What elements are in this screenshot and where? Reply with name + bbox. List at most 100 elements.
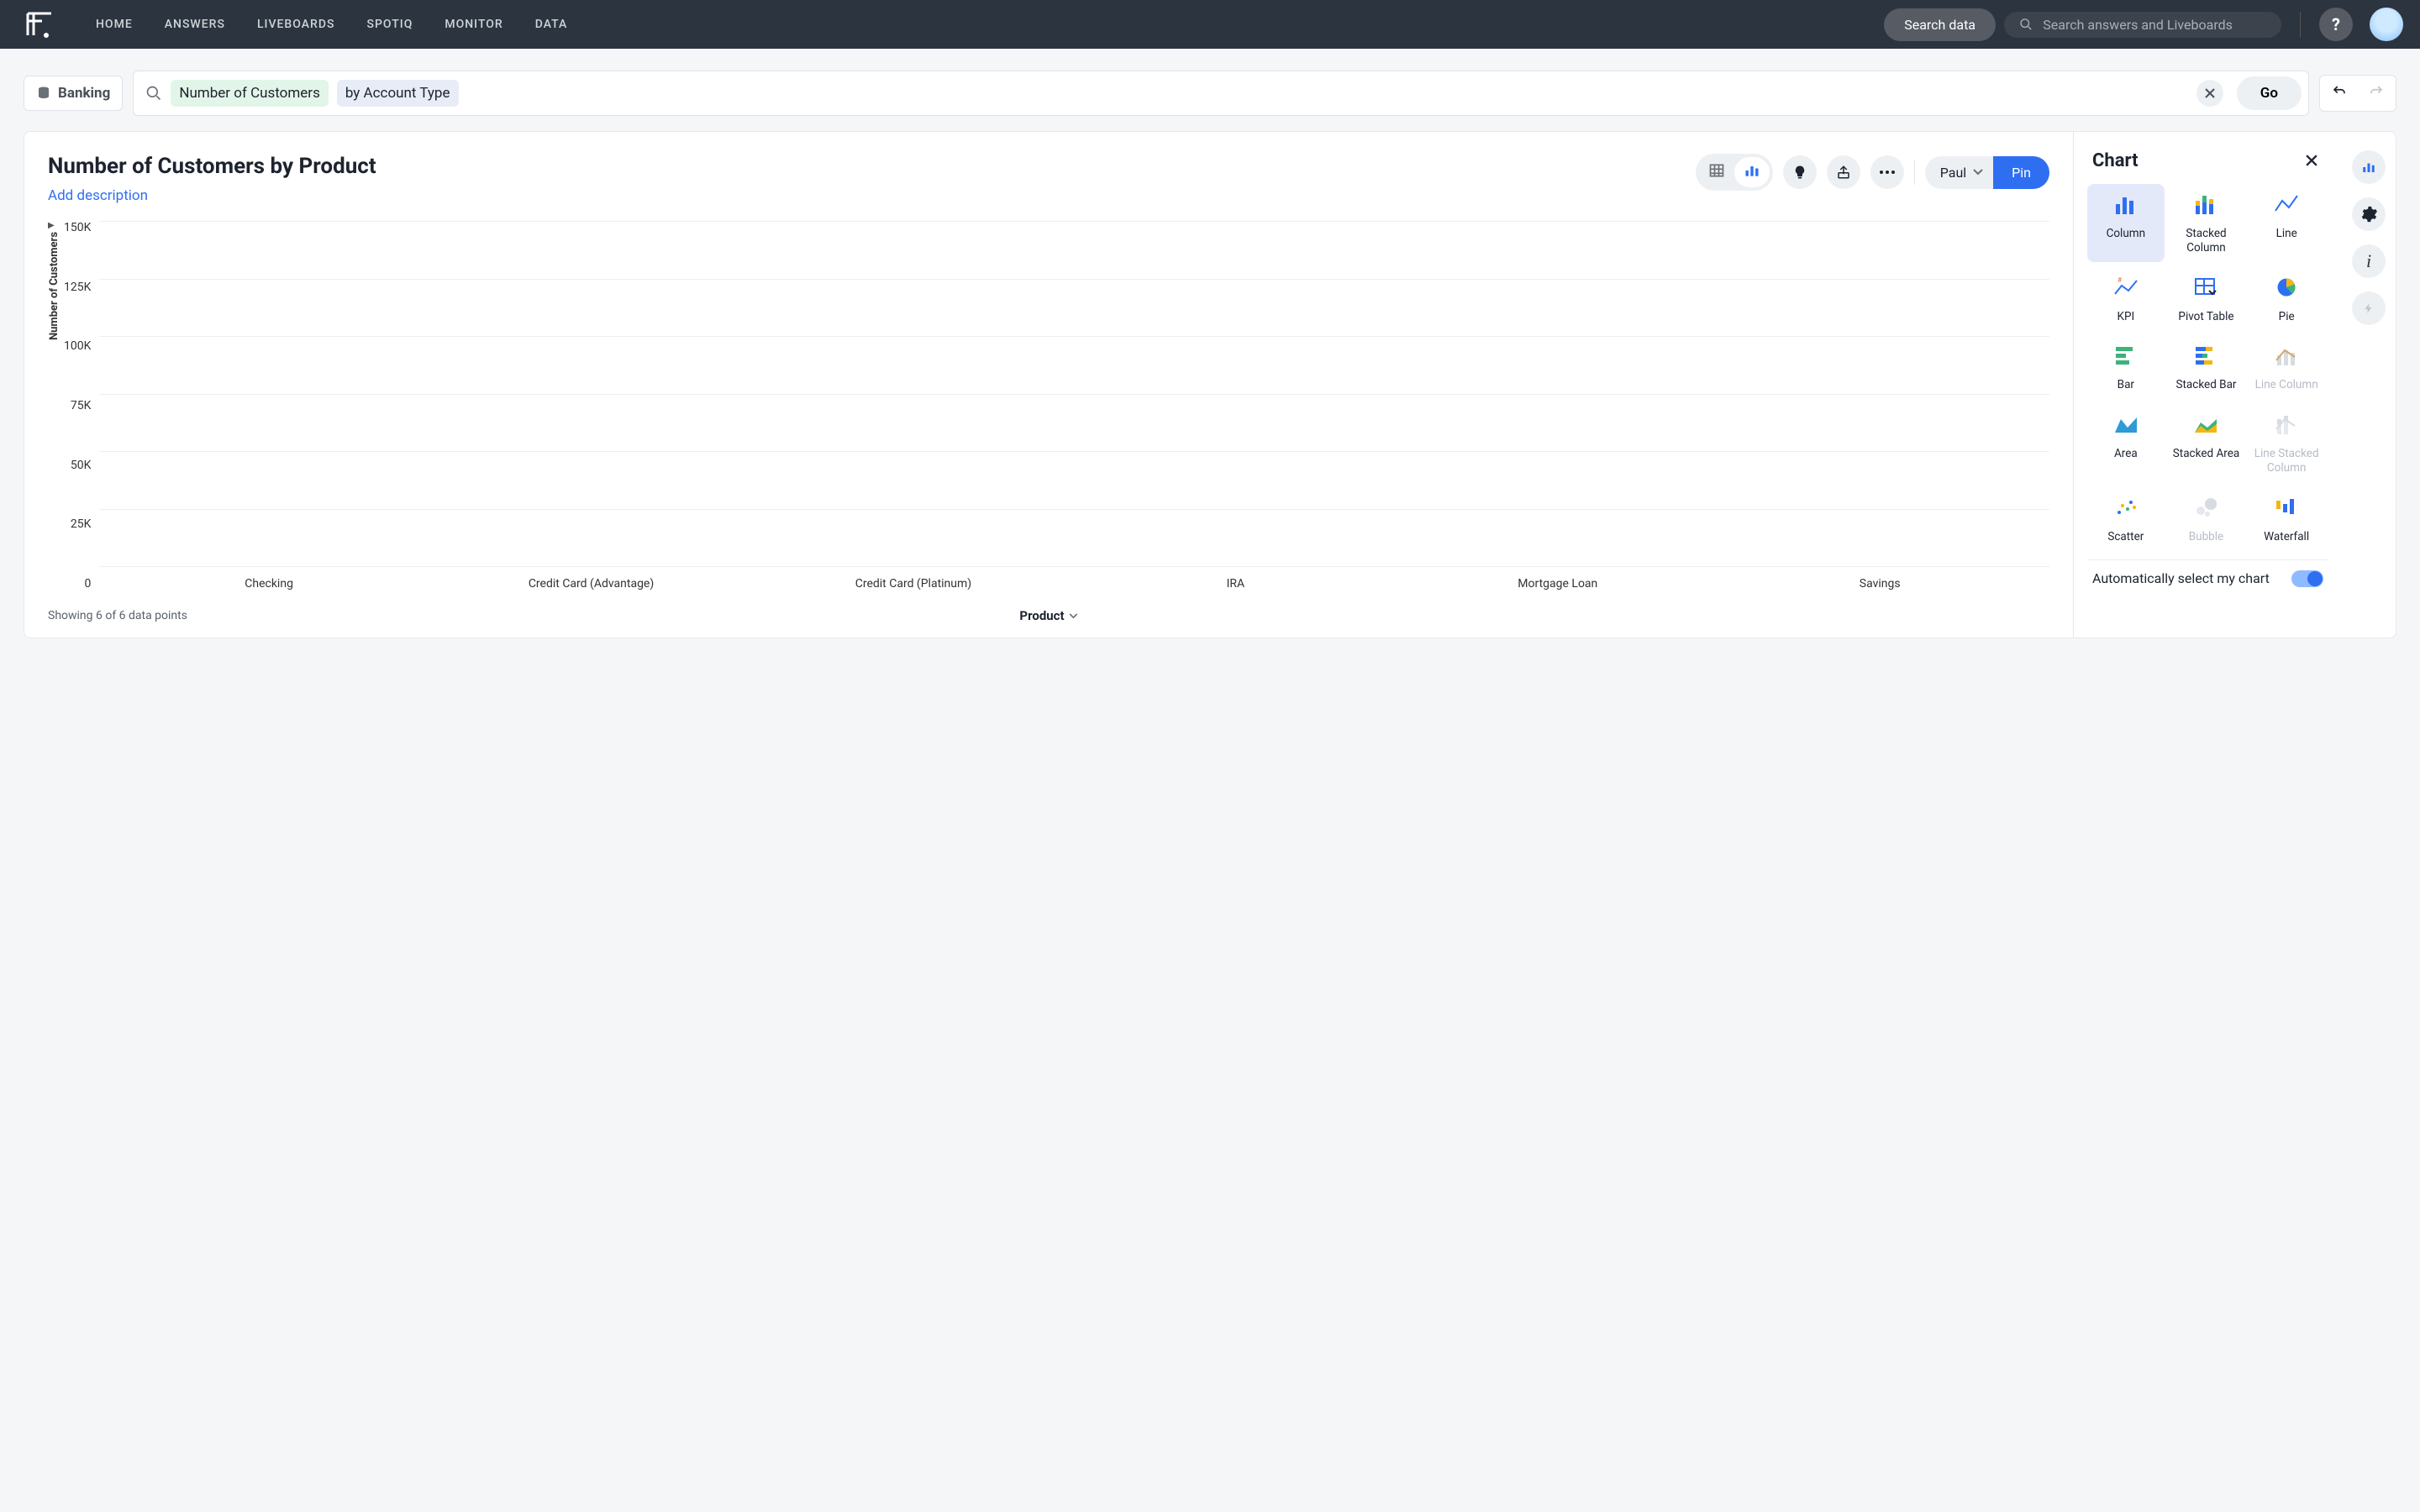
x-label: Savings <box>1744 577 2015 591</box>
x-label: Checking <box>134 577 404 591</box>
query-bar[interactable]: Number of Customers by Account Type Go <box>133 71 2309 116</box>
chart-type-label: Waterfall <box>2264 530 2309 544</box>
panel-title: Chart <box>2092 150 2139 171</box>
table-icon <box>1707 162 1726 179</box>
chart-type-label: Stacked Bar <box>2175 378 2236 392</box>
user-pin-pill: Paul Pin <box>1925 156 2049 189</box>
avatar[interactable] <box>2370 8 2403 41</box>
pie-icon <box>2275 276 2298 303</box>
undo-icon <box>2330 84 2349 99</box>
search-data-button[interactable]: Search data <box>1884 8 1996 41</box>
undo-button[interactable] <box>2330 84 2349 102</box>
query-chip-measure[interactable]: Number of Customers <box>171 80 329 107</box>
line-stacked-icon <box>2273 412 2300 440</box>
nav-spotiq[interactable]: SPOTIQ <box>366 18 413 31</box>
y-tick: 125K <box>64 281 91 294</box>
svg-text:#: # <box>2118 276 2122 284</box>
chart-type-line-stacked: Line Stacked Column <box>2248 404 2325 482</box>
go-button[interactable]: Go <box>2237 76 2302 110</box>
table-view-button[interactable] <box>1699 157 1734 187</box>
chart-type-label: Line Column <box>2255 378 2318 392</box>
chart-type-stacked-area[interactable]: Stacked Area <box>2168 404 2245 482</box>
close-panel-button[interactable] <box>2300 149 2323 172</box>
chart-type-grid: Column Stacked ColumnLine #KPI Pivot Table P… <box>2087 184 2328 551</box>
clear-query-button[interactable] <box>2196 80 2223 107</box>
nav-divider <box>2300 12 2301 37</box>
search-icon <box>145 85 162 102</box>
share-icon <box>1836 164 1851 181</box>
chart-type-label: Bubble <box>2189 530 2223 544</box>
close-icon <box>2205 88 2215 98</box>
more-icon <box>1879 170 1896 175</box>
y-tick: 0 <box>85 577 92 591</box>
x-label: IRA <box>1100 577 1370 591</box>
query-chip-attribute[interactable]: by Account Type <box>337 80 459 107</box>
search-answers-input[interactable] <box>2043 17 2266 33</box>
user-dropdown[interactable]: Paul <box>1925 156 1993 189</box>
gear-icon <box>2360 205 2378 223</box>
rail-settings-button[interactable] <box>2352 197 2386 231</box>
y-tick: 25K <box>71 517 92 531</box>
query-row: Banking Number of Customers by Account T… <box>0 49 2420 131</box>
chart-type-label: Stacked Area <box>2173 447 2239 461</box>
chart-type-stacked-hbar[interactable]: Stacked Bar <box>2168 335 2245 399</box>
share-button[interactable] <box>1827 155 1860 189</box>
auto-select-toggle[interactable] <box>2291 570 2323 587</box>
search-answers[interactable] <box>2004 12 2281 38</box>
separator <box>1914 160 1915 185</box>
help-button[interactable]: ? <box>2319 8 2353 41</box>
more-actions-button[interactable] <box>1870 155 1904 189</box>
y-tick: 50K <box>71 459 92 472</box>
y-tick: 75K <box>71 399 92 412</box>
chart-canvas: Number of Customers by Product Add descr… <box>24 132 2073 638</box>
rail-info-button[interactable]: i <box>2352 244 2386 278</box>
chart-type-pivot[interactable]: Pivot Table <box>2168 267 2245 331</box>
undo-redo-group <box>2319 75 2396 112</box>
x-axis-label-dropdown[interactable]: Product <box>1019 608 1077 623</box>
kpi-icon: # <box>2112 276 2139 303</box>
nav-home[interactable]: HOME <box>96 18 133 31</box>
x-label: Credit Card (Platinum) <box>778 577 1049 591</box>
nav-data[interactable]: DATA <box>535 18 568 31</box>
y-tick: 150K <box>64 221 91 234</box>
view-mode-segment <box>1696 154 1773 191</box>
chart-type-label: Line Stacked Column <box>2251 447 2322 475</box>
x-label: Credit Card (Advantage) <box>455 577 726 591</box>
chart-type-label: Bar <box>2118 378 2134 392</box>
redo-button[interactable] <box>2367 84 2386 102</box>
spotiq-button[interactable] <box>1783 155 1817 189</box>
chart-type-label: Scatter <box>2107 530 2144 544</box>
add-description-link[interactable]: Add description <box>48 187 148 204</box>
data-point-count: Showing 6 of 6 data points <box>48 609 187 622</box>
rail-chart-button[interactable] <box>2352 150 2386 184</box>
chart-type-hbar[interactable]: Bar <box>2087 335 2165 399</box>
lightning-icon <box>2363 299 2375 318</box>
logo[interactable] <box>25 9 54 39</box>
area-icon <box>2112 412 2139 440</box>
chart-type-label: Pivot Table <box>2178 310 2233 324</box>
column-chart-icon <box>1743 162 1761 179</box>
chart-type-line[interactable]: Line <box>2248 184 2325 262</box>
plot-area <box>99 221 2049 567</box>
chart-type-scatter[interactable]: Scatter <box>2087 487 2165 551</box>
x-axis-label: Product <box>1019 608 1064 623</box>
chart-type-column[interactable]: Column <box>2087 184 2165 262</box>
chart-type-bubble: Bubble <box>2168 487 2245 551</box>
y-axis-label: Number of Customers <box>48 232 60 340</box>
chart-type-stacked-column[interactable]: Stacked Column <box>2168 184 2245 262</box>
chart-type-kpi[interactable]: #KPI <box>2087 267 2165 331</box>
nav-answers[interactable]: ANSWERS <box>165 18 225 31</box>
chart-type-waterfall[interactable]: Waterfall <box>2248 487 2325 551</box>
data-source-chip[interactable]: Banking <box>24 76 123 111</box>
nav-monitor[interactable]: MONITOR <box>445 18 502 31</box>
chart-type-pie[interactable]: Pie <box>2248 267 2325 331</box>
pin-button[interactable]: Pin <box>1993 156 2049 189</box>
rail-speed-button[interactable] <box>2352 291 2386 325</box>
chart-view-button[interactable] <box>1734 157 1770 187</box>
search-icon <box>2019 17 2033 32</box>
stacked-hbar-icon <box>2192 344 2219 371</box>
nav-liveboards[interactable]: LIVEBOARDS <box>257 18 335 31</box>
chart-type-area[interactable]: Area <box>2087 404 2165 482</box>
chart-type-label: Column <box>2107 227 2146 241</box>
chart: ▶ Number of Customers 150K125K100K75K50K… <box>48 221 2049 591</box>
